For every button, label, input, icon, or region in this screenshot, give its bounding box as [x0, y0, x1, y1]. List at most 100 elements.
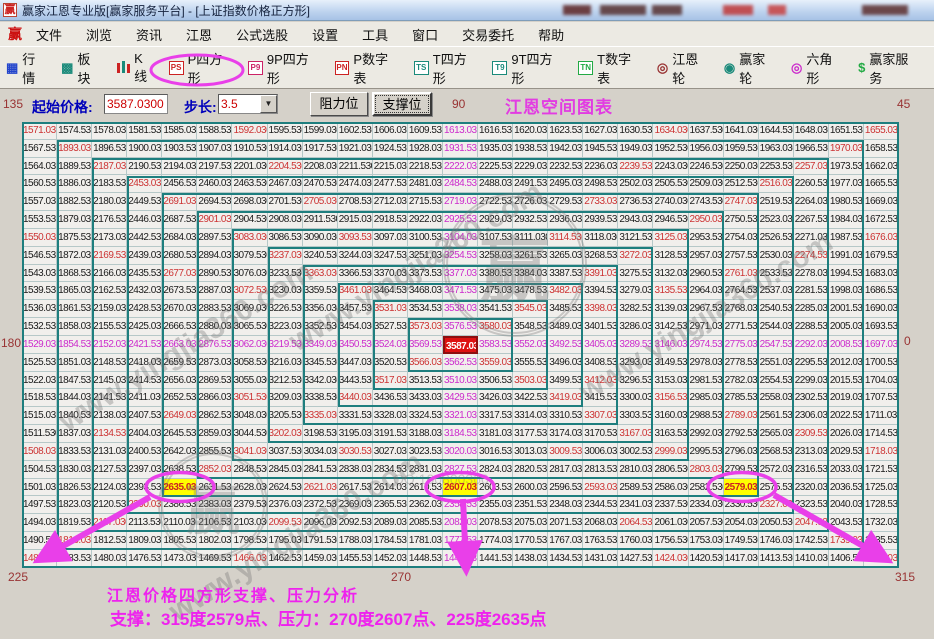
grid-cell: 2264.0300	[794, 193, 829, 211]
start-price-input[interactable]	[104, 94, 168, 114]
grid-cell: 3478.5300	[513, 282, 548, 300]
grid-cell: 2904.5300	[232, 211, 267, 229]
grid-cell: 2197.5300	[197, 158, 232, 176]
menu-item-1[interactable]: 浏览	[86, 28, 112, 43]
hexagon-wheel-icon: ◎	[791, 60, 802, 76]
toolbar-item-kline[interactable]: K线	[116, 51, 155, 85]
toolbar-item-hexagon[interactable]: ◎六角形	[791, 49, 845, 87]
grid-cell: 2008.5300	[829, 336, 864, 354]
toolbar-item-winner-service[interactable]: $赢家服务	[858, 49, 921, 87]
grid-cell: 1882.5300	[57, 193, 92, 211]
menu-item-5[interactable]: 设置	[312, 28, 338, 43]
grid-cell: 3468.0300	[408, 282, 443, 300]
grid-cell: 2509.0300	[689, 175, 724, 193]
grid-cell: 2005.0300	[829, 318, 864, 336]
grid-cell: 1497.5300	[22, 496, 57, 514]
toolbar-item-9t-square[interactable]: T99T四方形	[492, 49, 565, 87]
toolbar-item-label: K线	[134, 51, 156, 85]
grid-cell: 2386.5300	[162, 496, 197, 514]
grid-cell: 2960.5300	[689, 265, 724, 283]
menu-item-9[interactable]: 帮助	[538, 28, 564, 43]
grid-cell: 3160.0300	[653, 407, 688, 425]
grid-cell: 2544.0300	[759, 318, 794, 336]
grid-cell: 2708.5300	[338, 193, 373, 211]
grid-cell: 1616.5300	[478, 122, 513, 140]
grid-cell: 2726.0300	[513, 193, 548, 211]
grid-cell: 2418.0300	[127, 354, 162, 372]
grid-cell: 3513.5300	[408, 372, 443, 390]
angle-label-225: 225	[8, 570, 28, 584]
grid-cell: 1655.0300	[864, 122, 899, 140]
grid-cell: 1910.5300	[232, 140, 267, 158]
menu-item-7[interactable]: 窗口	[412, 28, 438, 43]
grid-cell: 1581.5300	[127, 122, 162, 140]
grid-cell: 2239.5300	[618, 158, 653, 176]
grid-cell: 1718.0300	[864, 443, 899, 461]
grid-cell: 3275.5300	[618, 265, 653, 283]
grid-cell: 2670.0300	[162, 300, 197, 318]
grid-cell: 3429.5300	[443, 389, 478, 407]
grid-cell: 2043.5300	[829, 514, 864, 532]
step-combobox-arrow-icon[interactable]: ▼	[260, 95, 277, 113]
grid-cell: 3380.5300	[478, 265, 513, 283]
grid-cell: 1823.0300	[57, 496, 92, 514]
resistance-button[interactable]: 阻力位	[310, 92, 368, 116]
grid-cell: 2911.5300	[303, 211, 338, 229]
grid-cell: 2600.0300	[513, 479, 548, 497]
menu-item-4[interactable]: 公式选股	[236, 28, 288, 43]
grid-cell: 3104.0300	[443, 229, 478, 247]
grid-cell: 1907.0300	[197, 140, 232, 158]
toolbar-item-p-number-table[interactable]: PNP数字表	[335, 49, 401, 87]
grid-cell: 1725.0300	[864, 479, 899, 497]
grid-cell: 2607.0300	[443, 479, 478, 497]
grid-cell: 2533.5300	[759, 265, 794, 283]
t9-badge-icon: T9	[492, 61, 507, 75]
grid-cell: 2747.0300	[724, 193, 759, 211]
grid-cell: 1522.0300	[22, 372, 57, 390]
grid-cell: 2834.5300	[373, 461, 408, 479]
grid-cell: 1739.0300	[829, 532, 864, 550]
grid-cell: 1511.5300	[22, 425, 57, 443]
grid-cell: 2267.5300	[794, 211, 829, 229]
redacted-titlebar-text	[600, 5, 646, 15]
toolbar-item-9p-square[interactable]: P99P四方形	[248, 49, 322, 87]
grid-cell: 2981.5300	[689, 372, 724, 390]
grid-cell: 2964.0300	[689, 282, 724, 300]
grid-cell: 2295.5300	[794, 354, 829, 372]
grid-cell: 2988.5300	[689, 407, 724, 425]
menu-item-2[interactable]: 资讯	[136, 28, 162, 43]
chart-title: 江恩空间图表	[505, 93, 613, 118]
grid-cell: 2775.0300	[724, 336, 759, 354]
grid-cell: 2680.5300	[162, 247, 197, 265]
grid-cell: 3265.0300	[548, 247, 583, 265]
toolbar-item-winner-wheel[interactable]: ◉赢家轮	[724, 49, 778, 87]
toolbar-item-quotes[interactable]: ▦行情	[6, 49, 48, 87]
grid-cell: 1483.5300	[57, 550, 92, 568]
menu-item-3[interactable]: 江恩	[186, 28, 212, 43]
grid-cell: 2257.0300	[794, 158, 829, 176]
grid-cell: 1501.0300	[22, 479, 57, 497]
support-button[interactable]: 支撑位	[372, 92, 432, 116]
grid-cell: 1805.5300	[162, 532, 197, 550]
grid-cell: 2932.5300	[513, 211, 548, 229]
toolbar-item-sectors[interactable]: ▩板块	[61, 49, 103, 87]
title-bar: 赢 赢家江恩专业版[赢家服务平台] - [上证指数价格正方形]	[0, 0, 934, 21]
grid-cell: 3219.5300	[268, 336, 303, 354]
grid-cell: 3489.0300	[548, 318, 583, 336]
grid-cell: 1529.0300	[22, 336, 57, 354]
grid-cell: 2831.0300	[408, 461, 443, 479]
grid-cell: 1606.0300	[373, 122, 408, 140]
grid-cell: 3013.0300	[513, 443, 548, 461]
grid-cell: 2467.0300	[268, 175, 303, 193]
grid-cell: 1686.5300	[864, 282, 899, 300]
toolbar-item-t-number-table[interactable]: TNT数字表	[578, 49, 644, 87]
menu-item-0[interactable]: 文件	[36, 28, 62, 43]
menu-item-6[interactable]: 工具	[362, 28, 388, 43]
grid-cell: 2316.5300	[794, 461, 829, 479]
grid-cell: 2064.5300	[618, 514, 653, 532]
grid-cell: 2313.0300	[794, 443, 829, 461]
menu-item-8[interactable]: 交易委托	[462, 28, 514, 43]
toolbar-item-t-square[interactable]: TST四方形	[414, 49, 480, 87]
toolbar-item-gann-wheel[interactable]: ◎江恩轮	[657, 49, 711, 87]
toolbar-item-p-square[interactable]: PSP四方形	[169, 49, 235, 87]
